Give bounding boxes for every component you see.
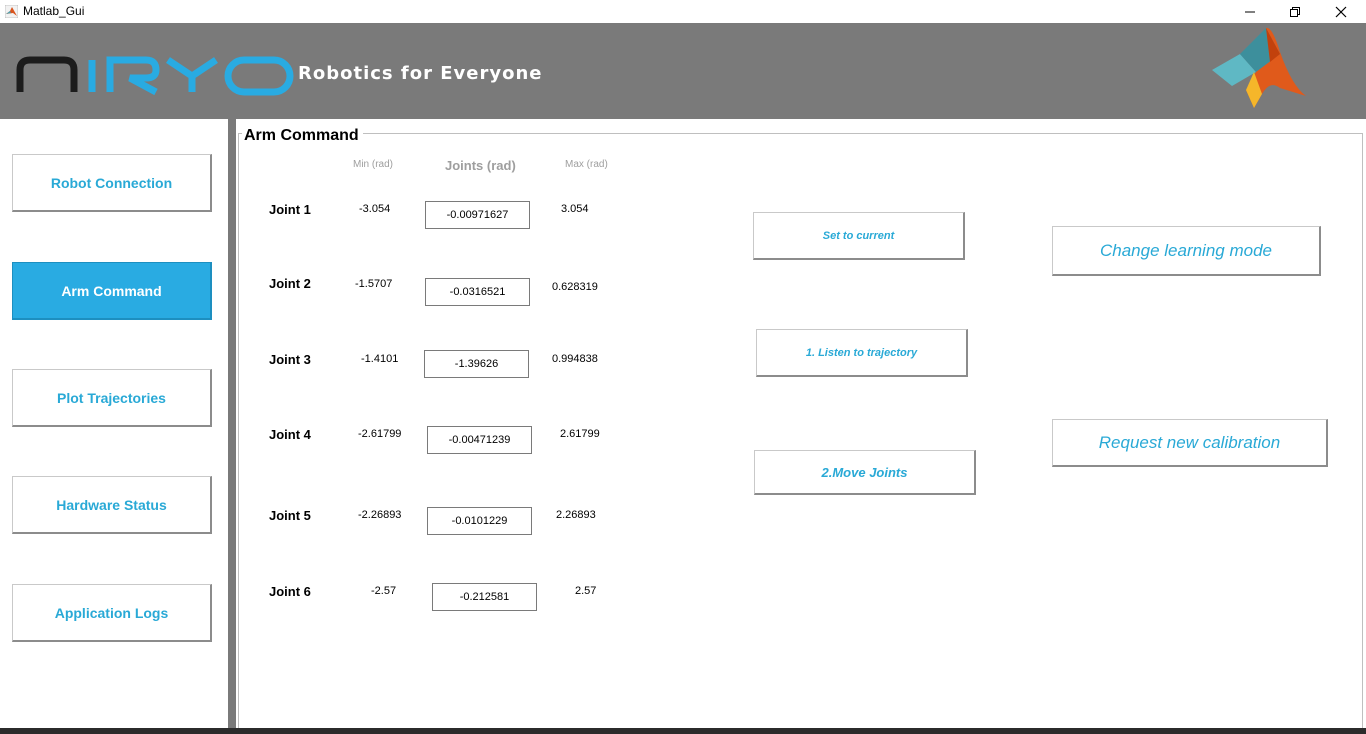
sidebar-item-plot-trajectories[interactable]: Plot Trajectories [12, 369, 212, 427]
change-learning-mode-button[interactable]: Change learning mode [1052, 226, 1321, 276]
max-header: Max (rad) [565, 159, 608, 170]
joint-6-max: 2.57 [575, 585, 597, 597]
joint-6-label: Joint 6 [269, 584, 311, 599]
window-title: Matlab_Gui [23, 4, 85, 18]
sidebar: Robot Connection Arm Command Plot Trajec… [0, 119, 229, 734]
arm-command-panel: Arm Command Min (rad) Joints (rad) Max (… [236, 119, 1366, 734]
joint-4-max: 2.61799 [560, 428, 600, 440]
panel-title: Arm Command [242, 127, 363, 145]
joint-3-max: 0.994838 [552, 353, 598, 365]
close-button[interactable] [1318, 0, 1364, 23]
minimize-button[interactable] [1227, 0, 1273, 23]
niryo-logo [16, 56, 294, 96]
joint-6-input[interactable] [432, 583, 537, 611]
listen-trajectory-button[interactable]: 1. Listen to trajectory [756, 329, 968, 377]
close-icon [1335, 6, 1347, 17]
sidebar-item-robot-connection[interactable]: Robot Connection [12, 154, 212, 212]
restore-icon [1290, 6, 1300, 17]
matlab-app-icon [5, 5, 18, 18]
joint-3-label: Joint 3 [269, 352, 311, 367]
joint-1-input[interactable] [425, 201, 530, 229]
joint-2-min: -1.5707 [355, 278, 393, 290]
sidebar-item-application-logs[interactable]: Application Logs [12, 584, 212, 642]
taskbar-edge [0, 728, 1366, 734]
restore-button[interactable] [1272, 0, 1318, 23]
joint-1-label: Joint 1 [269, 202, 311, 217]
joint-3-input[interactable] [424, 350, 529, 378]
joint-1-max: 3.054 [561, 203, 589, 215]
set-to-current-button[interactable]: Set to current [753, 212, 965, 260]
joint-5-max: 2.26893 [556, 509, 596, 521]
app-header: Robotics for Everyone [0, 23, 1366, 119]
joint-4-input[interactable] [427, 426, 532, 454]
joint-3-min: -1.4101 [361, 353, 399, 365]
panel-divider [228, 119, 236, 734]
min-header: Min (rad) [353, 159, 394, 170]
minimize-icon [1245, 11, 1255, 12]
joint-2-max: 0.628319 [552, 281, 598, 293]
joint-5-min: -2.26893 [358, 509, 402, 521]
sidebar-item-arm-command[interactable]: Arm Command [12, 262, 212, 320]
joint-5-input[interactable] [427, 507, 532, 535]
sidebar-item-hardware-status[interactable]: Hardware Status [12, 476, 212, 534]
matlab-logo [1212, 27, 1306, 108]
joint-2-label: Joint 2 [269, 276, 311, 291]
title-bar: Matlab_Gui [0, 0, 1366, 23]
joint-4-min: -2.61799 [358, 428, 402, 440]
move-joints-button[interactable]: 2.Move Joints [754, 450, 976, 495]
joints-header: Joints (rad) [445, 158, 516, 173]
joint-4-label: Joint 4 [269, 427, 311, 442]
joint-1-min: -3.054 [359, 203, 391, 215]
joint-6-min: -2.57 [371, 585, 397, 597]
joint-2-input[interactable] [425, 278, 530, 306]
tagline: Robotics for Everyone [298, 63, 543, 84]
joint-5-label: Joint 5 [269, 508, 311, 523]
request-calibration-button[interactable]: Request new calibration [1052, 419, 1328, 467]
